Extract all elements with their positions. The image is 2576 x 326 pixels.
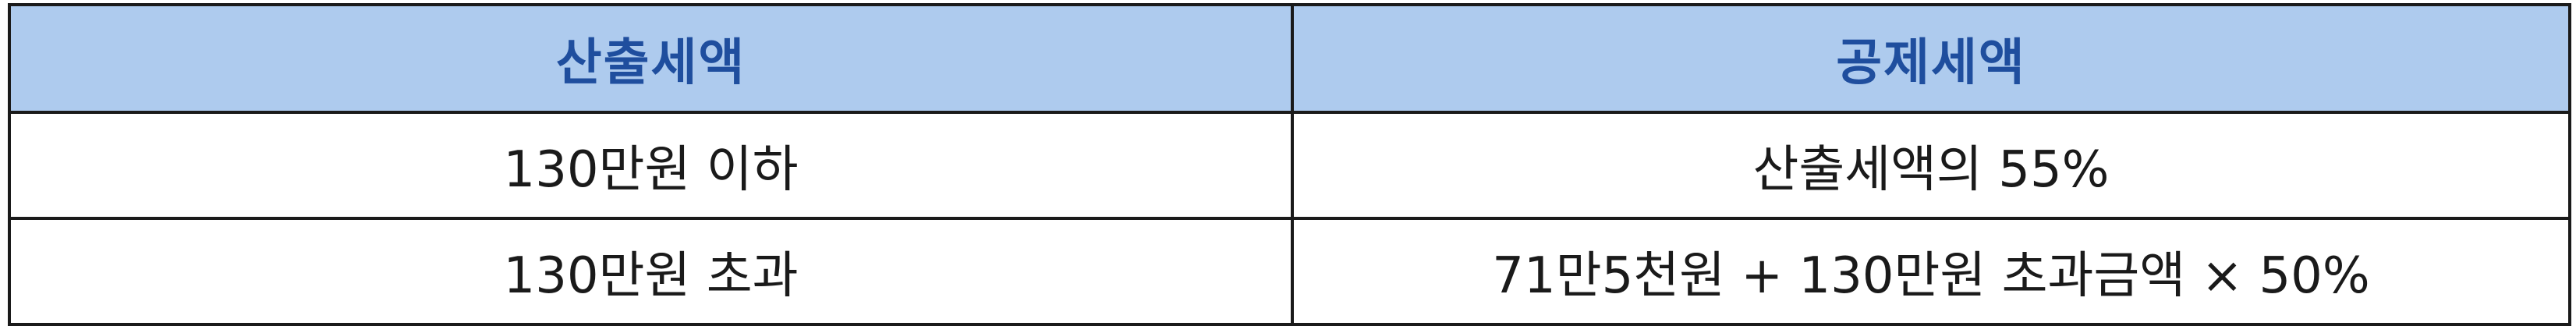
tax-credit-table: 산출세액 공제세액 130만원 이하 산출세액의 55% 130만원 초과 71…: [8, 3, 2571, 326]
cell-tax-credit: 71만5천원 + 130만원 초과금액 × 50%: [1291, 217, 2571, 326]
cell-calculated-tax: 130만원 이하: [8, 111, 1294, 220]
table-header-row: 산출세액 공제세액: [8, 3, 2571, 114]
header-tax-credit: 공제세액: [1291, 3, 2571, 114]
cell-tax-credit: 산출세액의 55%: [1291, 111, 2571, 220]
header-calculated-tax: 산출세액: [8, 3, 1294, 114]
cell-calculated-tax: 130만원 초과: [8, 217, 1294, 326]
table-row: 130만원 이하 산출세액의 55%: [8, 111, 2571, 220]
table-row: 130만원 초과 71만5천원 + 130만원 초과금액 × 50%: [8, 217, 2571, 326]
